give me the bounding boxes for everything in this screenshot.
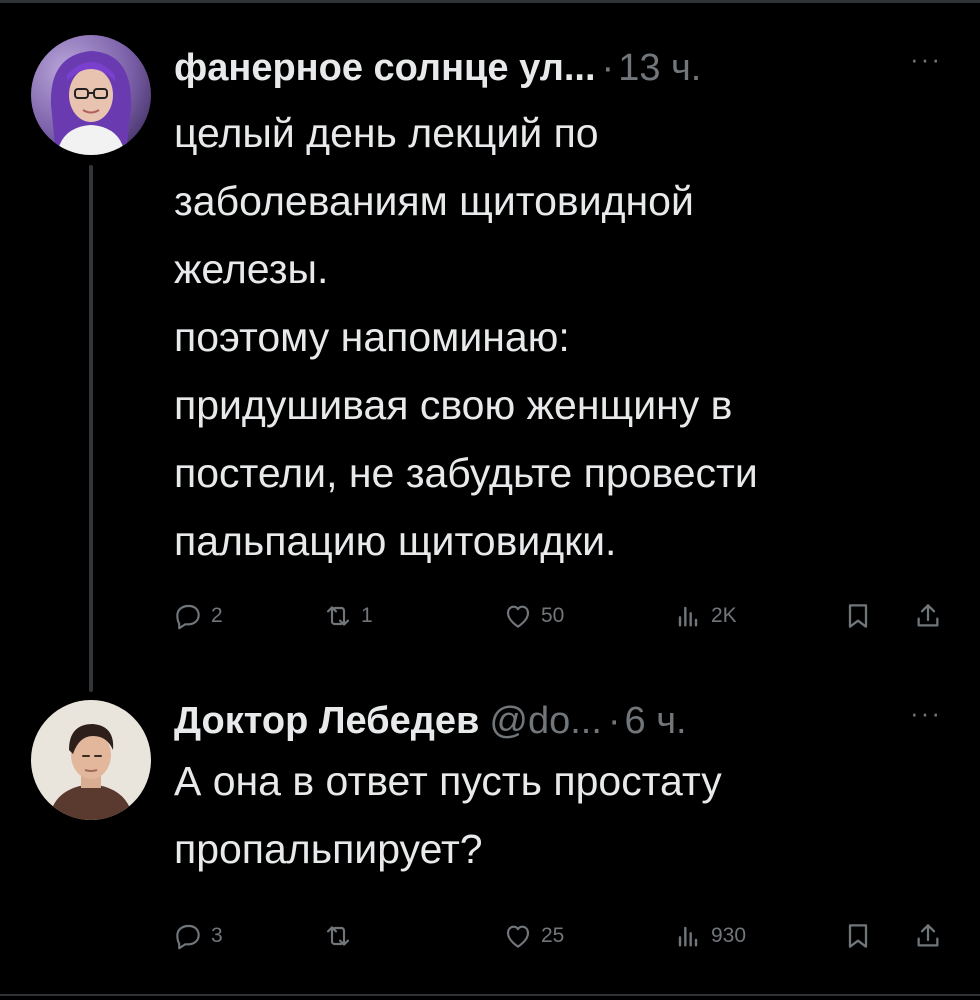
timestamp[interactable]: 6 ч. [625,700,687,743]
post-text-line: поэтому напоминаю: [174,314,570,360]
bookmark-button[interactable] [842,916,874,956]
avatar-man-icon [31,700,151,820]
reply-count: 3 [211,924,223,947]
bookmark-icon [848,924,868,948]
repost-count: 1 [361,604,373,627]
reply-button[interactable]: 3 [172,916,223,956]
share-icon [917,924,939,947]
post-text-line: пропальпирует? [174,826,483,872]
views-chart-icon [678,606,698,627]
post-text-line: железы. [174,246,329,292]
post-header: Доктор Лебедев @do... · 6 ч. [174,696,687,746]
action-bar: 2 1 50 2K [172,596,952,636]
post-text-line: заболеваниям щитовидной [174,178,694,224]
timestamp[interactable]: 13 ч. [618,47,701,90]
separator-dot: · [607,699,621,742]
thread-connector-line [89,165,93,692]
view-count: 2K [711,604,737,627]
more-options-icon[interactable]: ··· [910,698,942,729]
post-text-line: А она в ответ пусть простату [174,758,722,804]
post-header: фанерное солнце ул... · 13 ч. [174,43,701,93]
reply-icon [176,604,200,630]
avatar[interactable] [31,35,151,155]
more-options-icon[interactable]: ··· [910,44,942,75]
repost-button[interactable] [322,916,361,956]
views-button[interactable]: 930 [672,916,746,956]
like-button[interactable]: 25 [502,916,564,956]
bookmark-button[interactable] [842,596,874,636]
post-original[interactable]: фанерное солнце ул... · 13 ч. ··· целый … [0,0,980,692]
avatar[interactable] [31,700,151,820]
repost-icon [326,606,350,626]
views-button[interactable]: 2K [672,596,737,636]
post-text: А она в ответ пусть простату пропальпиру… [174,747,954,883]
separator-dot: · [601,46,615,89]
post-text-line: целый день лекций по [174,110,599,156]
repost-button[interactable]: 1 [322,596,373,636]
views-chart-icon [678,926,698,947]
post-reply[interactable]: Доктор Лебедев @do... · 6 ч. ··· А она в… [0,690,980,994]
share-icon [917,604,939,627]
like-button[interactable]: 50 [502,596,564,636]
avatar-woman-icon [31,35,151,155]
like-count: 50 [541,604,565,627]
reply-button[interactable]: 2 [172,596,223,636]
reply-icon [176,924,200,950]
author-name[interactable]: Доктор Лебедев [174,700,479,743]
bookmark-icon [848,604,868,628]
reply-count: 2 [211,604,223,627]
post-text-line: постели, не забудьте провести [174,450,758,496]
post-text: целый день лекций по заболеваниям щитови… [174,99,954,575]
share-button[interactable] [912,916,944,956]
heart-icon [506,925,530,948]
action-bar: 3 25 930 [172,916,952,956]
post-text-line: придушивая свою женщину в [174,382,733,428]
share-button[interactable] [912,596,944,636]
heart-icon [506,605,530,628]
author-name[interactable]: фанерное солнце ул... [174,47,596,90]
bottom-divider [0,994,980,996]
author-handle[interactable]: @do... [489,700,602,743]
like-count: 25 [541,924,565,947]
view-count: 930 [711,924,747,947]
post-text-line: пальпацию щитовидки. [174,518,617,564]
repost-icon [326,926,350,946]
